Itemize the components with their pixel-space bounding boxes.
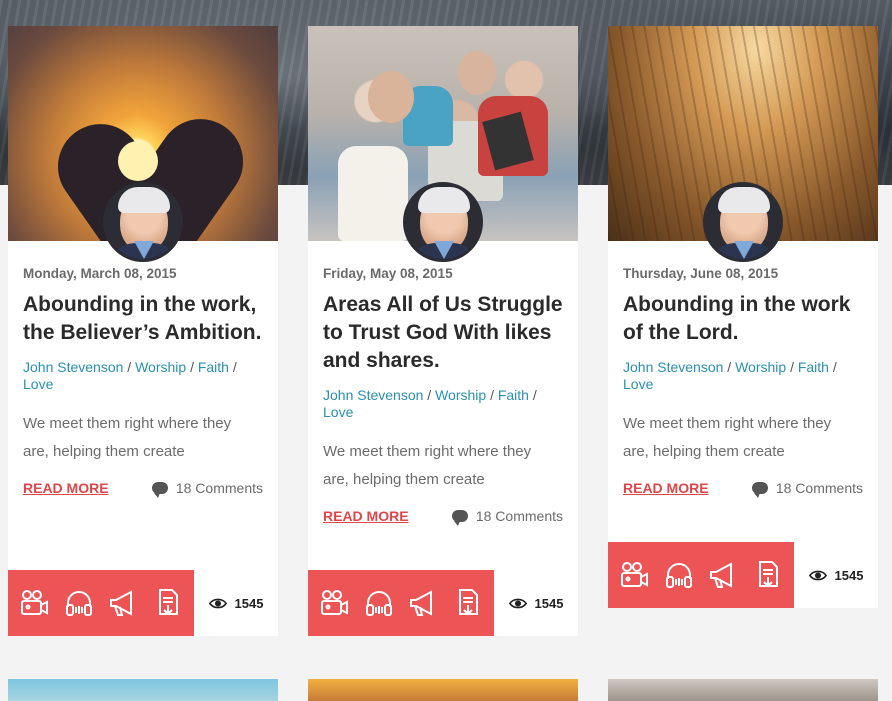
views-counter: 1545 (194, 570, 278, 636)
comments-count: 18 Comments (175, 480, 263, 496)
next-post-image[interactable] (8, 679, 278, 701)
video-camera-icon[interactable] (18, 587, 50, 619)
post-card: Friday, May 08, 2015 Areas All of Us Str… (308, 26, 578, 636)
media-icon-bar (8, 570, 194, 636)
comment-icon (751, 482, 768, 498)
eye-icon (508, 598, 527, 608)
card-footer: 1545 (608, 542, 878, 608)
tag-link-worship[interactable]: Worship (735, 359, 786, 375)
eye-icon (208, 598, 227, 608)
author-avatar[interactable] (703, 182, 783, 262)
comments-count: 18 Comments (775, 480, 863, 496)
post-card: Thursday, June 08, 2015 Abounding in the… (608, 26, 878, 608)
megaphone-icon[interactable] (407, 587, 439, 619)
author-link[interactable]: John Stevenson (623, 359, 723, 375)
post-meta: John Stevenson / Worship / Faith / Love (623, 359, 863, 393)
meta-separator: / (727, 359, 732, 375)
views-count: 1545 (534, 595, 564, 611)
author-avatar[interactable] (103, 182, 183, 262)
media-icon-bar (308, 570, 494, 636)
read-more-link[interactable]: READ MORE (323, 508, 409, 524)
views-counter: 1545 (494, 570, 578, 636)
comment-icon (451, 510, 468, 526)
post-card: Monday, March 08, 2015 Abounding in the … (8, 26, 278, 636)
post-title[interactable]: Areas All of Us Struggle to Trust God Wi… (323, 291, 563, 375)
views-count: 1545 (234, 595, 264, 611)
tag-link-faith[interactable]: Faith (498, 387, 529, 403)
card-footer: 1545 (308, 570, 578, 636)
meta-separator: / (832, 359, 837, 375)
comments-link[interactable]: 18 Comments (451, 508, 563, 526)
media-icon-bar (608, 542, 794, 608)
tag-link-faith[interactable]: Faith (198, 359, 229, 375)
post-excerpt: We meet them right where they are, helpi… (623, 415, 832, 460)
post-title[interactable]: Abounding in the work, the Believer’s Am… (23, 291, 263, 347)
post-date: Monday, March 08, 2015 (23, 266, 177, 281)
headphones-icon[interactable] (363, 587, 395, 619)
meta-separator: / (232, 359, 237, 375)
document-icon[interactable] (452, 587, 484, 619)
comments-link[interactable]: 18 Comments (151, 480, 263, 498)
comment-icon (151, 482, 168, 498)
post-meta: John Stevenson / Worship / Faith / Love (23, 359, 263, 393)
document-icon[interactable] (752, 559, 784, 591)
read-more-link[interactable]: READ MORE (23, 480, 109, 496)
author-link[interactable]: John Stevenson (323, 387, 423, 403)
tag-link-love[interactable]: Love (23, 376, 53, 392)
post-excerpt: We meet them right where they are, helpi… (323, 443, 532, 488)
document-icon[interactable] (152, 587, 184, 619)
author-link[interactable]: John Stevenson (23, 359, 123, 375)
meta-separator: / (790, 359, 794, 375)
tag-link-worship[interactable]: Worship (435, 387, 486, 403)
comments-link[interactable]: 18 Comments (751, 480, 863, 498)
views-counter: 1545 (794, 542, 878, 608)
eye-icon (808, 570, 827, 580)
next-post-image[interactable] (308, 679, 578, 701)
meta-separator: / (127, 359, 132, 375)
next-post-image[interactable] (608, 679, 878, 701)
post-title[interactable]: Abounding in the work of the Lord. (623, 291, 863, 347)
meta-separator: / (190, 359, 194, 375)
views-count: 1545 (834, 567, 864, 583)
post-meta: John Stevenson / Worship / Faith / Love (323, 387, 563, 421)
headphones-icon[interactable] (63, 587, 95, 619)
video-camera-icon[interactable] (318, 587, 350, 619)
headphones-icon[interactable] (663, 559, 695, 591)
post-date: Friday, May 08, 2015 (323, 266, 453, 281)
megaphone-icon[interactable] (707, 559, 739, 591)
video-camera-icon[interactable] (618, 559, 650, 591)
meta-separator: / (427, 387, 432, 403)
tag-link-worship[interactable]: Worship (135, 359, 186, 375)
card-footer: 1545 (8, 570, 278, 636)
tag-link-faith[interactable]: Faith (798, 359, 829, 375)
comments-count: 18 Comments (475, 508, 563, 524)
meta-separator: / (490, 387, 494, 403)
post-date: Thursday, June 08, 2015 (623, 266, 779, 281)
post-excerpt: We meet them right where they are, helpi… (23, 415, 232, 460)
meta-separator: / (532, 387, 537, 403)
tag-link-love[interactable]: Love (323, 404, 353, 420)
tag-link-love[interactable]: Love (623, 376, 653, 392)
read-more-link[interactable]: READ MORE (623, 480, 709, 496)
author-avatar[interactable] (403, 182, 483, 262)
megaphone-icon[interactable] (107, 587, 139, 619)
